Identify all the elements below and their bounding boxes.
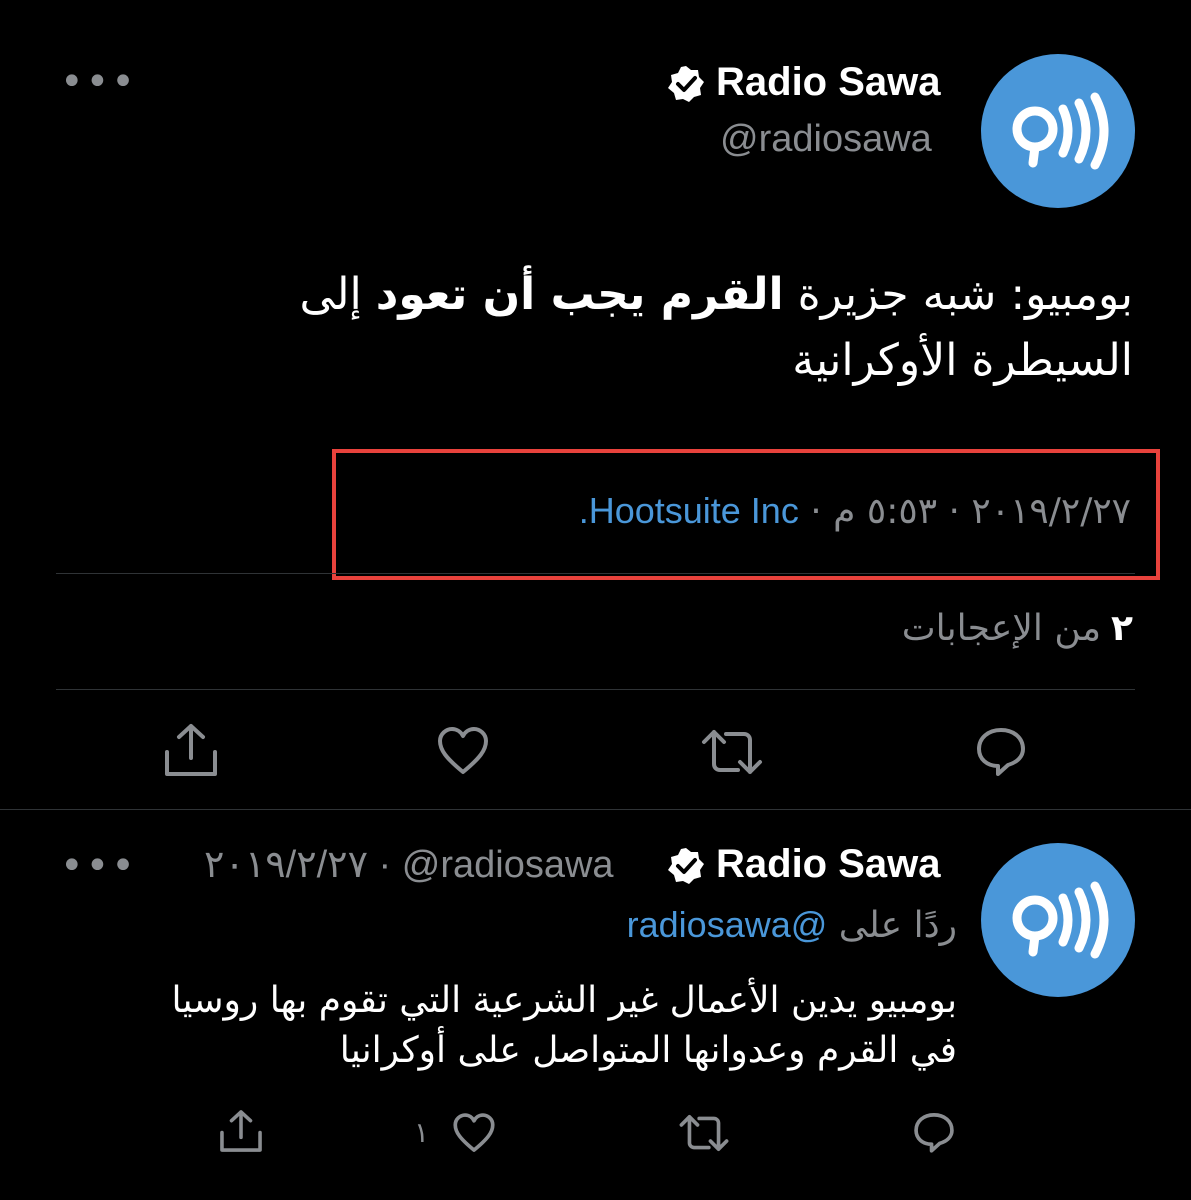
likes-label: من الإعجابات [901,608,1102,649]
avatar[interactable] [981,843,1135,997]
verified-badge-icon [666,64,706,108]
tweet-text: بومبيو: شبه جزيرة القرم يجب أن تعود إلى … [73,262,1133,394]
tweet-time[interactable]: ٥:٥٣ م [833,491,937,532]
tweet-meta: ٢٠١٩/٢/٢٧ · ٥:٥٣ م · Hootsuite Inc. [579,490,1131,532]
reply-text-line1: بومبيو يدين الأعمال غير الشرعية التي تقو… [171,980,957,1021]
separator: · [368,844,402,886]
likes-stat[interactable]: ٢من الإعجابات [902,608,1133,649]
retweet-icon[interactable] [678,1112,730,1154]
share-icon[interactable] [218,1108,264,1154]
tweet-text-part: إلى [299,269,376,320]
likes-count: ٢ [1111,608,1133,649]
tweet-text-part: بومبيو: شبه جزيرة [783,269,1133,320]
reply-icon[interactable] [912,1110,956,1154]
more-options-button[interactable]: ••• [60,62,137,102]
share-icon[interactable] [162,722,220,778]
like-count: ١ [414,1116,430,1149]
radio-sawa-logo-icon [1012,881,1109,959]
divider [0,809,1191,810]
tweet-source-link[interactable]: Hootsuite Inc. [579,490,799,531]
reply-text: بومبيو يدين الأعمال غير الشرعية التي تقو… [57,976,957,1076]
heart-icon[interactable] [436,726,490,776]
radio-sawa-logo-icon [1012,92,1109,170]
reply-target-link[interactable]: @radiosawa [627,904,828,945]
more-options-button[interactable]: ••• [60,846,137,886]
author-name[interactable]: Radio Sawa [716,60,941,105]
divider [56,573,1135,574]
tweet-text-line2: السيطرة الأوكرانية [792,335,1133,386]
avatar[interactable] [981,54,1135,208]
retweet-icon[interactable] [700,726,764,778]
tweet-text-bold: القرم يجب أن تعود [375,269,784,320]
verified-badge-icon [666,846,706,890]
reply-handle-date: ٢٠١٩/٢/٢٧ · @radiosawa [204,842,614,887]
separator: · [798,491,834,532]
author-handle[interactable]: @radiosawa [720,118,932,161]
replying-to: ردًا على @radiosawa [627,904,957,946]
tweet-date[interactable]: ٢٠١٩/٢/٢٧ [971,491,1131,532]
reply-author-name[interactable]: Radio Sawa [716,842,941,887]
divider [56,689,1135,690]
reply-text-line2: في القرم وعدوانها المتواصل على أوكرانيا [339,1030,957,1071]
reply-author-handle[interactable]: @radiosawa [402,844,614,886]
reply-icon[interactable] [974,724,1028,778]
heart-icon[interactable] [452,1112,496,1154]
reply-date[interactable]: ٢٠١٩/٢/٢٧ [204,844,368,886]
reply-prefix: ردًا على [838,905,957,946]
separator: · [937,491,972,532]
